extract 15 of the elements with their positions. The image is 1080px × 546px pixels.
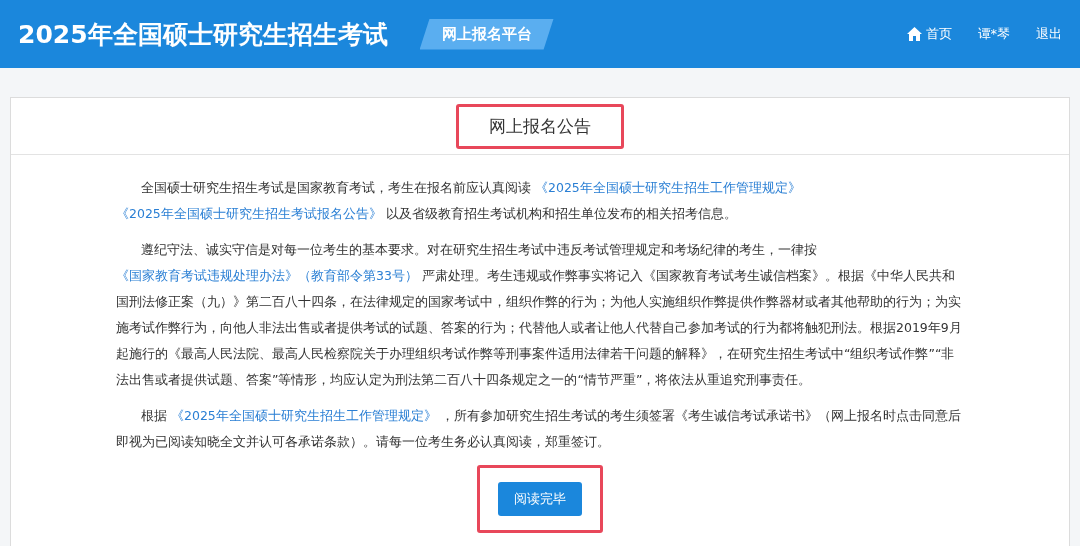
logout-link[interactable]: 退出 [1036,25,1062,43]
notice-paragraph: 遵纪守法、诚实守信是对每一位考生的基本要求。对在研究生招生考试中违反考试管理规定和考场纪律的考生，一律按 《国家教育考试违规处理办法》（教育部令第33号） 严肃处理。考生违规或作弊事实将记入《国家教育考试考生诚信档案》。根据《中华人民共和国刑法修正案（九）》第二百八十四条，在法律规定的国家考试中，组织作弊的行为；为他人实施组织作弊提供作弊器材或者其他帮助的行为；为实施考试作弊行为，向他人非法出售或者提供考试的试题、答案的行为；代替他人或者让他人代替自己参加考试的行为都将触犯刑法。根据2019年9月起施行的《最高人民法院、最高人民检察院关于办理组织考试作弊等刑事案件适用法律若干问题的解释》，在研究生招生考试中“组织考试作弊”“非法出售或者提供试题、答案”等情形，均应认定为刑法第二百八十四条规定之一的“情节严重”，将依法从重追究刑事责任。 [116,241,963,389]
finish-reading-button[interactable]: 阅读完毕 [498,482,582,516]
document-link[interactable]: 《2025年全国硕士研究生招生考试报名公告》 [116,206,382,221]
notice-paragraph: 根据 《2025年全国硕士研究生招生工作管理规定》 ，所有参加研究生招生考试的考生须签署《考生诚信考试承诺书》（网上报名时点击同意后即视为已阅读知晓全文并认可各承诺条款）。请每一位考生务必认真阅读，郑重签订。 [116,407,962,451]
user-name-link[interactable]: 谭*琴 [977,25,1010,43]
document-link[interactable]: 《2025年全国硕士研究生招生工作管理规定》 [535,180,801,195]
platform-tag: 网上报名平台 [419,18,554,50]
notice-title: 网上报名公告 [456,103,624,149]
notice-paragraph: 全国硕士研究生招生考试是国家教育考试，考生在报名前应认真阅读 《2025年全国硕士研究生招生工作管理规定》 《2025年全国硕士研究生招生考试报名公告》 以及省级教育招生考试机构和招生单位发布的相关招考信息。 [116,179,802,223]
document-link[interactable]: 《国家教育考试违规处理办法》（教育部令第33号） [116,268,418,283]
site-title: 2025年全国硕士研究生招生考试 [18,18,388,51]
home-icon [906,27,922,41]
document-link[interactable]: 《2025年全国硕士研究生招生工作管理规定》 [171,408,437,423]
home-link[interactable]: 首页 [906,25,952,43]
